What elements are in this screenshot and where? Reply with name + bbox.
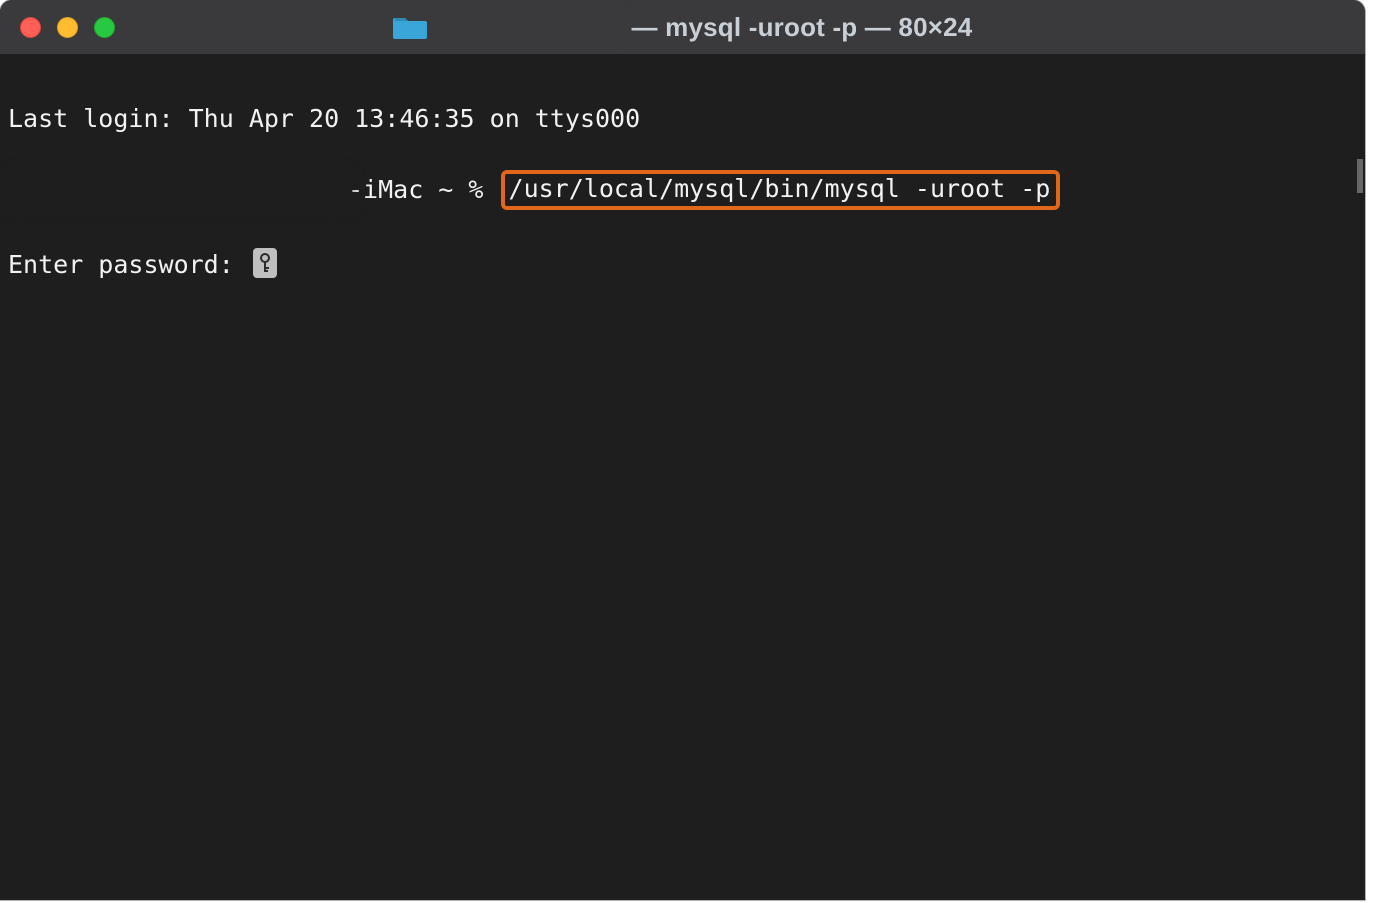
- prompt-suffix: -iMac ~ %: [348, 173, 499, 207]
- window-controls: [0, 17, 115, 38]
- close-button[interactable]: [20, 17, 41, 38]
- maximize-button[interactable]: [94, 17, 115, 38]
- password-prompt-text: Enter password:: [8, 248, 249, 282]
- terminal-body[interactable]: Last login: Thu Apr 20 13:46:35 on ttys0…: [0, 54, 1365, 392]
- command-line: -iMac ~ % /usr/local/mysql/bin/mysql -ur…: [8, 170, 1357, 214]
- window-title: — mysql -uroot -p — 80×24: [0, 11, 1365, 43]
- last-login-line: Last login: Thu Apr 20 13:46:35 on ttys0…: [8, 102, 1357, 136]
- prompt-user-obscured: [8, 175, 348, 205]
- text-cursor: [1357, 159, 1363, 193]
- titlebar[interactable]: — mysql -uroot -p — 80×24: [0, 0, 1365, 54]
- window-title-text: — mysql -uroot -p — 80×24: [632, 12, 973, 43]
- password-prompt-line: Enter password:: [8, 248, 1357, 282]
- window-title-obscured: [437, 11, 622, 43]
- key-icon: [253, 248, 277, 278]
- minimize-button[interactable]: [57, 17, 78, 38]
- folder-icon: [393, 14, 427, 40]
- highlighted-command: /usr/local/mysql/bin/mysql -uroot -p: [501, 170, 1061, 210]
- terminal-window: — mysql -uroot -p — 80×24 Last login: Th…: [0, 0, 1365, 900]
